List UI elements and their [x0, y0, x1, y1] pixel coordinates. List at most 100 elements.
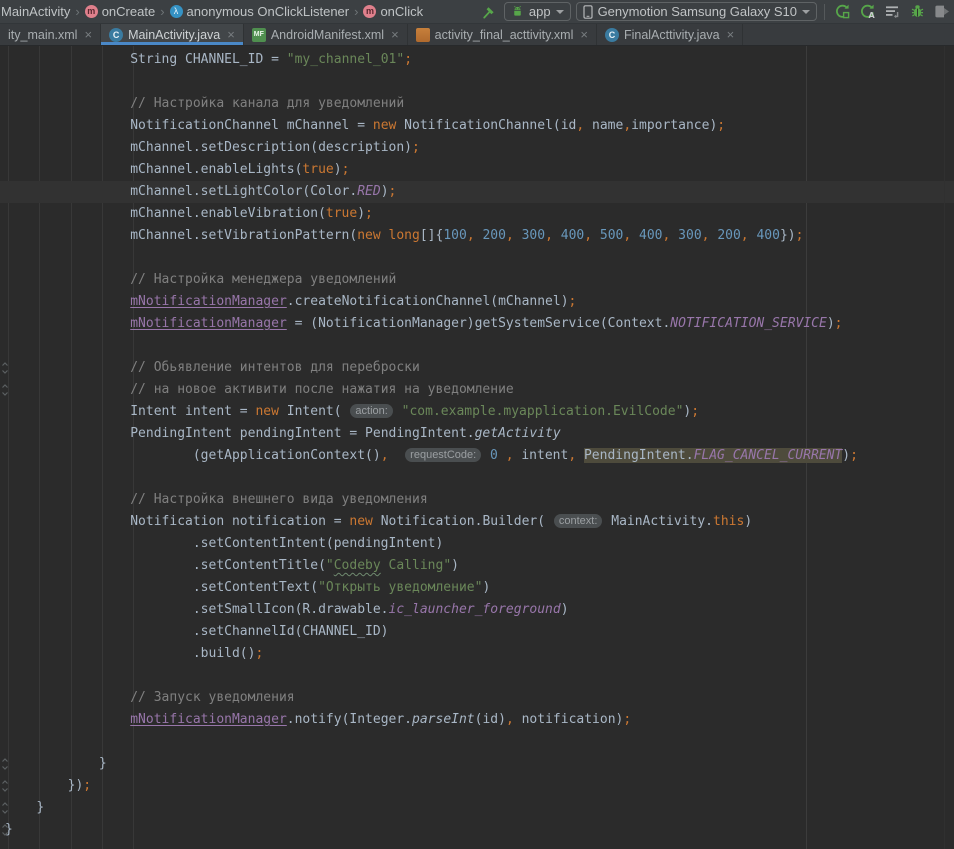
code-editor[interactable]: String CHANNEL_ID = "my_channel_01"; // …: [0, 46, 954, 849]
code-line[interactable]: NotificationChannel mChannel = new Notif…: [0, 115, 954, 137]
code-indent: [5, 140, 130, 155]
code-token: .setContentIntent(pendingIntent): [193, 536, 443, 551]
code-token: 500: [600, 228, 623, 243]
editor-scrollbar[interactable]: [944, 46, 954, 849]
tab-close-icon[interactable]: ×: [727, 28, 735, 41]
tab-close-icon[interactable]: ×: [391, 28, 399, 41]
code-line[interactable]: mChannel.enableLights(true);: [0, 159, 954, 181]
code-line[interactable]: // Запуск уведомления: [0, 687, 954, 709]
code-token: getActivity: [475, 426, 561, 441]
code-line[interactable]: mNotificationManager.notify(Integer.pars…: [0, 709, 954, 731]
code-line[interactable]: mChannel.enableVibration(true);: [0, 203, 954, 225]
code-token: importance): [631, 118, 717, 133]
breadcrumb-item-mainactivity[interactable]: MainActivity: [1, 4, 70, 19]
code-indent: [5, 712, 130, 727]
tab-ity-main-xml[interactable]: ity_main.xml×: [0, 24, 101, 45]
code-line[interactable]: mChannel.setDescription(description);: [0, 137, 954, 159]
tab-close-icon[interactable]: ×: [84, 28, 92, 41]
code-token: ;: [835, 316, 843, 331]
code-line[interactable]: });: [0, 775, 954, 797]
device-selector[interactable]: Genymotion Samsung Galaxy S10: [576, 2, 817, 21]
tab-mainactivity-java[interactable]: CMainActivity.java×: [101, 24, 244, 45]
code-line[interactable]: }: [0, 753, 954, 775]
code-token: ;: [404, 52, 412, 67]
tab-activity-final-acttivity-xml[interactable]: activity_final_acttivity.xml×: [408, 24, 597, 45]
code-token: // Настройка менеджера уведомлений: [130, 272, 396, 287]
code-line[interactable]: .setContentTitle("Codeby Calling"): [0, 555, 954, 577]
tab-close-icon[interactable]: ×: [580, 28, 588, 41]
fold-marker-icon[interactable]: [1, 757, 9, 775]
code-token: ): [357, 206, 365, 221]
code-line[interactable]: mChannel.setVibrationPattern(new long[]{…: [0, 225, 954, 247]
code-line[interactable]: // Настройка менеджера уведомлений: [0, 269, 954, 291]
code-indent: [5, 272, 130, 287]
code-token: ;: [850, 448, 858, 463]
code-line[interactable]: // Настройка канала для уведомлений: [0, 93, 954, 115]
code-line[interactable]: mNotificationManager.createNotificationC…: [0, 291, 954, 313]
tab-label: AndroidManifest.xml: [271, 28, 384, 42]
code-line[interactable]: }: [0, 797, 954, 819]
code-token: ,: [545, 228, 553, 243]
code-indent: [5, 558, 193, 573]
code-token: .build(): [193, 646, 256, 661]
code-line[interactable]: [0, 467, 954, 489]
code-token: intent: [514, 448, 569, 463]
code-line[interactable]: [0, 71, 954, 93]
apply-changes-icon[interactable]: A: [857, 2, 877, 22]
run-icon[interactable]: [832, 2, 852, 22]
code-token: }: [36, 800, 44, 815]
code-indent: [5, 756, 99, 771]
code-line[interactable]: [0, 335, 954, 357]
code-line[interactable]: [0, 247, 954, 269]
phone-icon: [583, 5, 593, 19]
code-line[interactable]: mNotificationManager = (NotificationMana…: [0, 313, 954, 335]
code-token: // Настройка внешнего вида уведомления: [130, 492, 427, 507]
code-line[interactable]: mChannel.setLightColor(Color.RED);: [0, 181, 954, 203]
code-indent: [5, 448, 193, 463]
code-token: mChannel.enableVibration(: [130, 206, 326, 221]
module-selector[interactable]: app: [504, 2, 571, 21]
fold-marker-icon[interactable]: [1, 801, 9, 819]
code-line[interactable]: Notification notification = new Notifica…: [0, 511, 954, 533]
fold-marker-icon[interactable]: [1, 383, 9, 401]
fold-marker-icon[interactable]: [1, 361, 9, 379]
code-line[interactable]: .setContentText("Открыть уведомление"): [0, 577, 954, 599]
code-line[interactable]: // на новое активити после нажатия на ув…: [0, 379, 954, 401]
code-line[interactable]: .build();: [0, 643, 954, 665]
code-line[interactable]: [0, 731, 954, 753]
code-line[interactable]: // Настройка внешнего вида уведомления: [0, 489, 954, 511]
code-indent: [5, 96, 130, 111]
code-line[interactable]: .setContentIntent(pendingIntent): [0, 533, 954, 555]
breadcrumb-separator: ›: [352, 4, 360, 19]
code-token: [631, 228, 639, 243]
tab-androidmanifest-xml[interactable]: MFAndroidManifest.xml×: [244, 24, 408, 45]
apply-code-changes-icon[interactable]: [882, 2, 902, 22]
code-token: }): [780, 228, 796, 243]
code-token: // Запуск уведомления: [130, 690, 294, 705]
code-line[interactable]: }: [0, 819, 954, 841]
code-line[interactable]: PendingIntent pendingIntent = PendingInt…: [0, 423, 954, 445]
build-hammer-icon[interactable]: [479, 2, 499, 22]
code-line[interactable]: (getApplicationContext(), requestCode: 0…: [0, 445, 954, 467]
tab-close-icon[interactable]: ×: [227, 28, 235, 41]
profiler-icon[interactable]: [932, 2, 952, 22]
code-token: mChannel.setVibrationPattern(: [130, 228, 357, 243]
code-line[interactable]: String CHANNEL_ID = "my_channel_01";: [0, 49, 954, 71]
breadcrumb-item-oncreate[interactable]: monCreate: [85, 4, 155, 19]
code-token: ;: [342, 162, 350, 177]
breadcrumb-label: anonymous OnClickListener: [187, 4, 350, 19]
breadcrumb-item-onclick[interactable]: monClick: [363, 4, 423, 19]
code-token: .setContentTitle(: [193, 558, 326, 573]
code-line[interactable]: // Обьявление интентов для переброски: [0, 357, 954, 379]
code-token: 100: [443, 228, 466, 243]
tab-finalacttivity-java[interactable]: CFinalActtivity.java×: [597, 24, 743, 45]
breadcrumb-item-anonymous-onclicklistener[interactable]: λanonymous OnClickListener: [170, 4, 350, 19]
code-line[interactable]: .setChannelId(CHANNEL_ID): [0, 621, 954, 643]
code-line[interactable]: .setSmallIcon(R.drawable.ic_launcher_for…: [0, 599, 954, 621]
code-line[interactable]: Intent intent = new Intent( action: "com…: [0, 401, 954, 423]
fold-marker-icon[interactable]: [1, 823, 9, 841]
code-line[interactable]: [0, 665, 954, 687]
fold-marker-icon[interactable]: [1, 779, 9, 797]
debug-icon[interactable]: [907, 2, 927, 22]
code-indent: [5, 536, 193, 551]
